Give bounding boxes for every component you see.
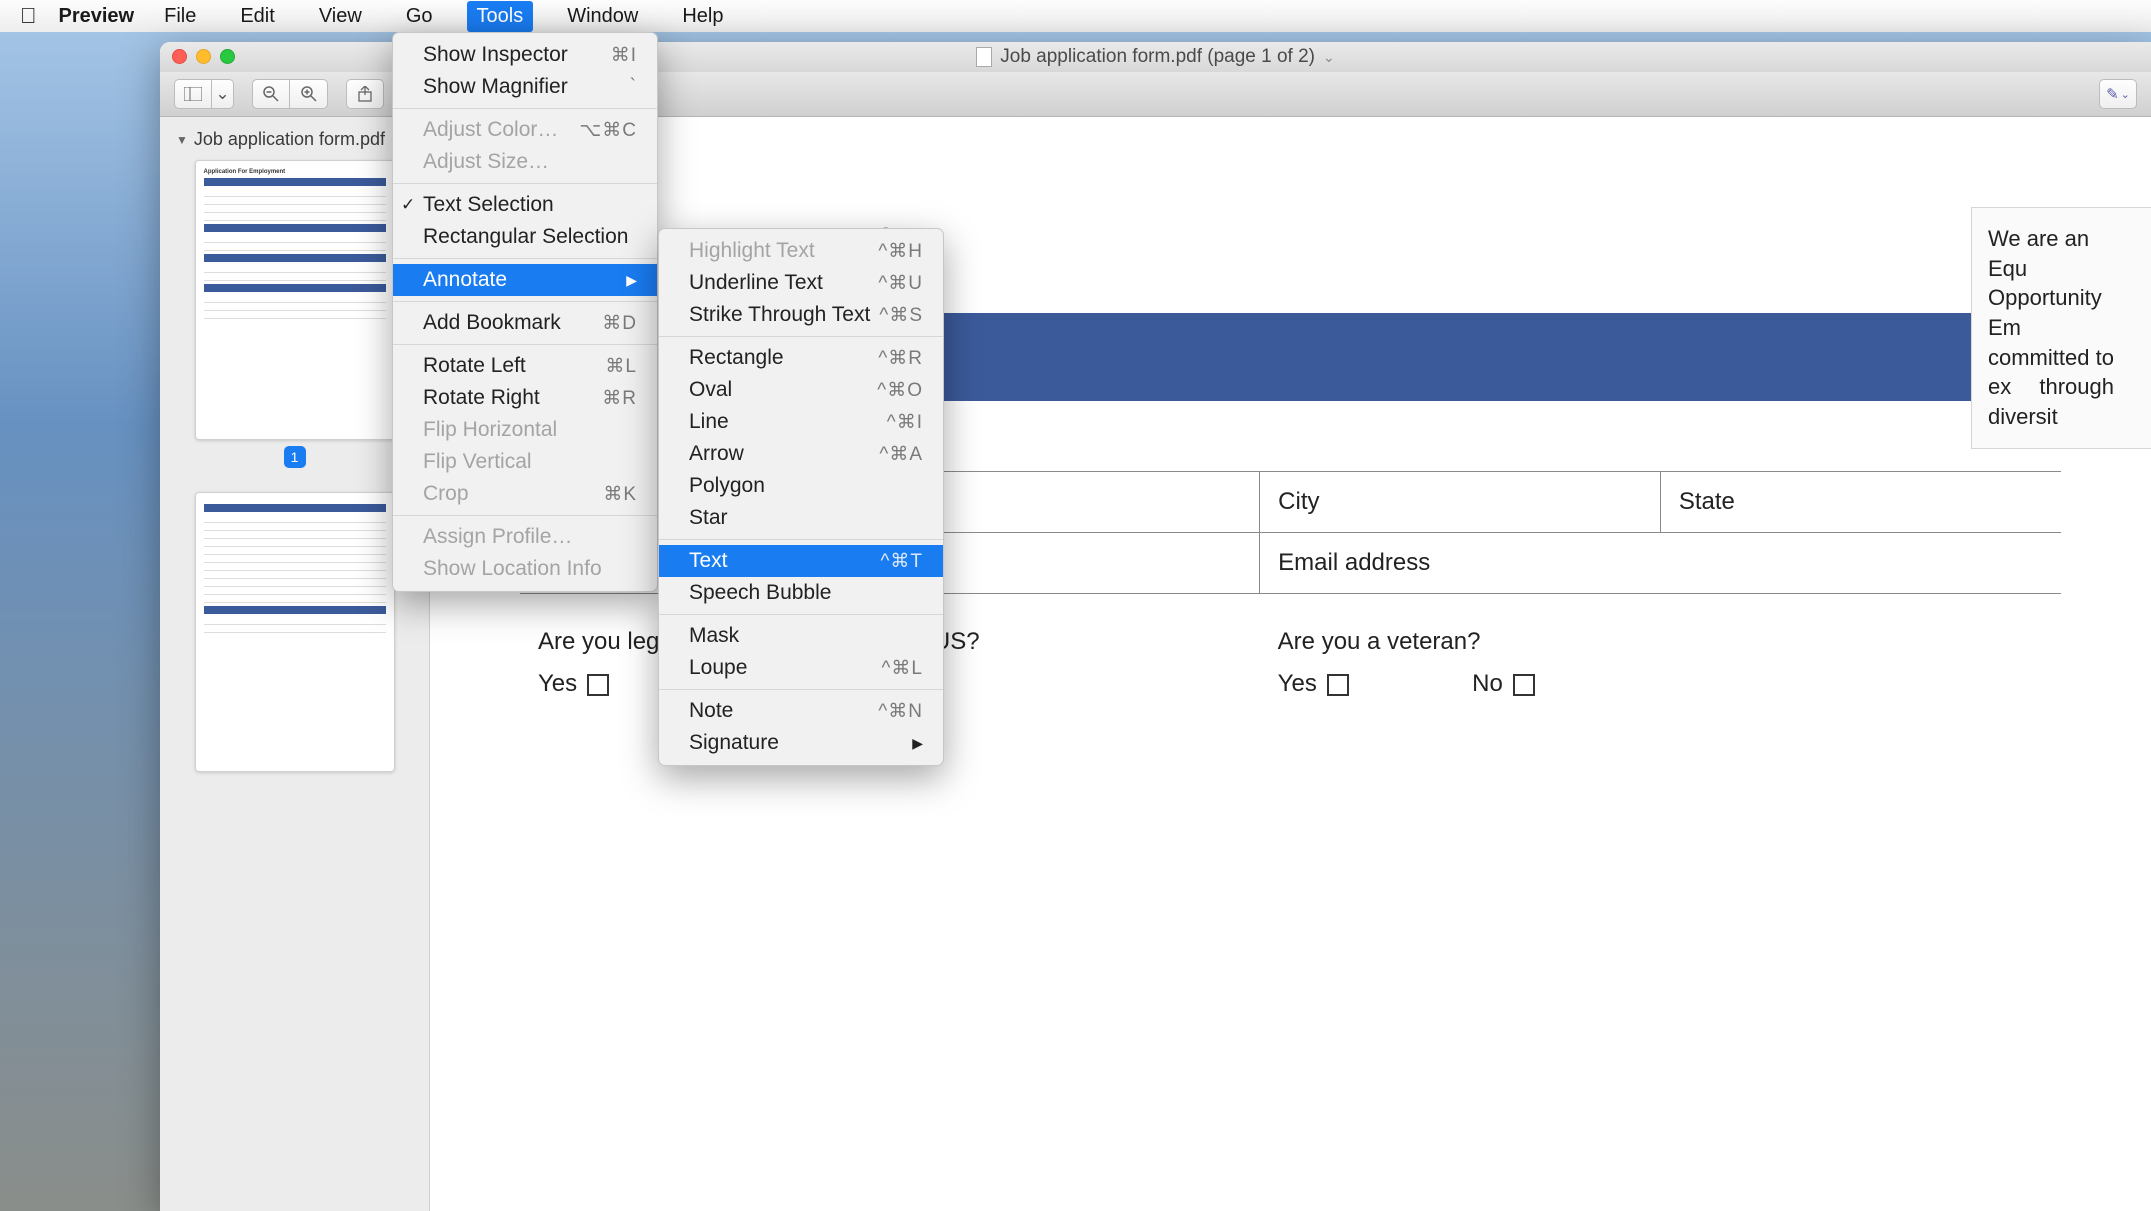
sidebar-view-menu-button[interactable]: ⌄ [212,79,234,109]
annotate-signature[interactable]: Signature▶ [659,727,943,759]
menu-rectangular-selection[interactable]: Rectangular Selection [393,221,657,253]
sidebar-view-button[interactable] [174,79,212,109]
menu-file[interactable]: File [154,1,206,32]
menu-flip-vertical: Flip Vertical [393,446,657,478]
page-thumbnail-2[interactable] [195,492,395,772]
apple-menu-icon[interactable]:  [20,3,37,29]
veteran-no-checkbox[interactable] [1513,674,1535,696]
menu-flip-horizontal: Flip Horizontal [393,414,657,446]
annotate-oval[interactable]: Oval^⌘O [659,374,943,406]
disclosure-triangle-icon[interactable]: ▼ [176,133,188,147]
annotate-strike-through[interactable]: Strike Through Text^⌘S [659,299,943,331]
annotate-speech-bubble[interactable]: Speech Bubble [659,577,943,609]
annotate-text[interactable]: Text^⌘T [659,545,943,577]
window-zoom-button[interactable] [220,49,235,64]
annotate-loupe[interactable]: Loupe^⌘L [659,652,943,684]
menu-adjust-size: Adjust Size… [393,146,657,178]
menu-edit[interactable]: Edit [230,1,284,32]
document-title-fragment: nent [800,217,2061,267]
annotate-highlight-text: Highlight Text^⌘H [659,235,943,267]
page-number-badge: 1 [284,446,306,468]
annotate-arrow[interactable]: Arrow^⌘A [659,438,943,470]
menu-crop: Crop⌘K [393,478,657,510]
annotate-underline-text[interactable]: Underline Text^⌘U [659,267,943,299]
menu-text-selection[interactable]: ✓Text Selection [393,189,657,221]
menu-help[interactable]: Help [672,1,733,32]
menu-show-inspector[interactable]: Show Inspector⌘I [393,39,657,71]
menu-rotate-right[interactable]: Rotate Right⌘R [393,382,657,414]
title-rename-chevron-icon[interactable]: ⌄ [1323,49,1335,66]
sidebar-filename-label: Job application form.pdf [194,129,385,150]
annotate-mask[interactable]: Mask [659,620,943,652]
annotate-star[interactable]: Star [659,502,943,534]
veteran-yes-label: Yes [1278,670,1317,697]
menu-show-location-info: Show Location Info [393,553,657,585]
annotate-note[interactable]: Note^⌘N [659,695,943,727]
system-menubar:  Preview File Edit View Go Tools Window… [0,0,2151,32]
menu-show-magnifier[interactable]: Show Magnifier` [393,71,657,103]
annotate-rectangle[interactable]: Rectangle^⌘R [659,342,943,374]
menu-tools[interactable]: Tools [467,1,534,32]
zoom-out-button[interactable] [252,79,290,109]
question-veteran-label: Are you a veteran? [1278,628,2043,656]
menu-rotate-left[interactable]: Rotate Left⌘L [393,350,657,382]
veteran-yes-checkbox[interactable] [1327,674,1349,696]
document-proxy-icon[interactable] [976,47,992,67]
tools-dropdown: Show Inspector⌘I Show Magnifier` Adjust … [392,32,658,592]
veteran-no-label: No [1472,670,1503,697]
annotate-line[interactable]: Line^⌘I [659,406,943,438]
menu-window[interactable]: Window [557,1,648,32]
menu-annotate[interactable]: Annotate▶ [393,264,657,296]
markup-toolbar-button[interactable]: ✎⌄ [2099,79,2137,109]
share-button[interactable] [346,79,384,109]
zoom-in-button[interactable] [290,79,328,109]
field-email-label: Email address [1260,533,2061,594]
eligible-yes-label: Yes [538,670,577,697]
window-minimize-button[interactable] [196,49,211,64]
question-veteran: Are you a veteran? Yes No [1260,594,2061,715]
field-city-label: City [1260,472,1661,533]
eoe-statement-box: We are an Equ Opportunity Em committed t… [1971,207,2151,449]
page-thumbnail-1[interactable]: Application For Employment [195,160,395,440]
menu-add-bookmark[interactable]: Add Bookmark⌘D [393,307,657,339]
field-state-label: State [1660,472,2061,533]
window-title: Job application form.pdf (page 1 of 2) [1000,46,1315,68]
app-menu[interactable]: Preview [59,5,135,28]
thumbnails-sidebar: ▼ Job application form.pdf Application F… [160,117,430,1211]
menu-assign-profile: Assign Profile… [393,521,657,553]
eligible-yes-checkbox[interactable] [587,674,609,696]
window-close-button[interactable] [172,49,187,64]
sidebar-filename-header[interactable]: ▼ Job application form.pdf [176,129,417,150]
menu-view[interactable]: View [309,1,372,32]
annotate-polygon[interactable]: Polygon [659,470,943,502]
menu-adjust-color: Adjust Color…⌥⌘C [393,114,657,146]
menu-go[interactable]: Go [396,1,443,32]
annotate-submenu: Highlight Text^⌘H Underline Text^⌘U Stri… [658,228,944,766]
